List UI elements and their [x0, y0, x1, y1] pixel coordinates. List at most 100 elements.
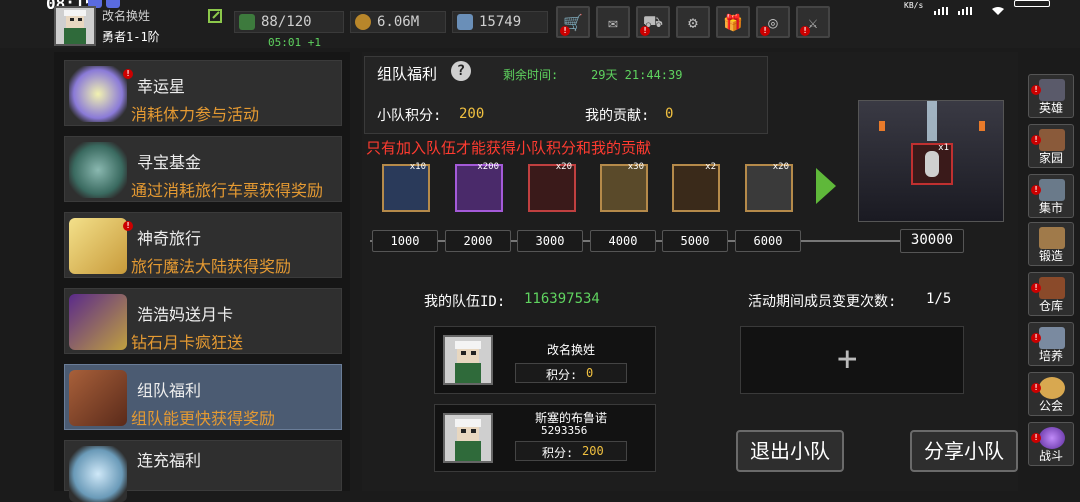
member-card[interactable]: 斯塞的布鲁诺 5293356 积分: 200 — [434, 404, 656, 472]
my-contribution-value: 0 — [665, 106, 674, 122]
nav-market[interactable]: ! 集市 — [1028, 174, 1074, 218]
monthly-card-icon — [69, 294, 127, 350]
team-id-label: 我的队伍ID: — [424, 294, 506, 310]
welfare-info-box: 组队福利 ? 剩余时间: 29天 21:44:39 小队积分: 200 我的贡献… — [364, 56, 768, 134]
nav-hero[interactable]: ! 英雄 — [1028, 74, 1074, 118]
sword-button[interactable]: ⚔! — [796, 6, 830, 38]
menu-item-desc: 组队能更快获得奖励 — [131, 409, 276, 428]
hero-portrait-icon — [455, 341, 481, 383]
edit-name-icon[interactable] — [208, 8, 222, 23]
member-points-box: 积分: 200 — [515, 441, 627, 461]
wifi-icon — [992, 0, 1004, 15]
team-points-label: 小队积分: — [377, 108, 442, 124]
menu-item-team-welfare[interactable]: 组队福利 组队能更快获得奖励 — [64, 364, 342, 430]
menu-item-lucky-star[interactable]: ! 幸运星 消耗体力参与活动 — [64, 60, 342, 126]
battle-portal-icon — [1039, 427, 1065, 449]
gem-value: 15749 — [479, 14, 522, 30]
crystal-icon — [69, 446, 127, 502]
lightning-scroll-icon: x10 — [382, 162, 430, 212]
next-arrow-icon[interactable] — [812, 166, 838, 206]
menu-item-desc: 通过消耗旅行车票获得奖励 — [131, 181, 324, 200]
network-speed: KB/s — [904, 1, 924, 10]
remaining-time-value: 29天 21:44:39 — [591, 68, 683, 82]
giftbox-button[interactable]: 🎁 — [716, 6, 750, 38]
member-points-box: 积分: 0 — [515, 363, 627, 383]
leave-team-button[interactable]: 退出小队 — [736, 430, 844, 472]
stamina-icon — [239, 14, 255, 30]
remaining-time-label: 剩余时间: — [503, 68, 559, 82]
milestone: 6000 — [735, 230, 801, 252]
gift-car-button[interactable]: ⛟! — [636, 6, 670, 38]
player-avatar[interactable] — [54, 6, 96, 46]
torch-icon — [979, 121, 985, 131]
giftbox-icon: 🎁 — [723, 12, 743, 32]
hammer-icon: x20 — [745, 162, 793, 212]
player-rank: 勇者1-1阶 — [102, 30, 160, 44]
reward-slot[interactable]: x200 — [455, 162, 503, 212]
reward-slot[interactable]: x30 — [600, 162, 648, 212]
menu-item-treasure-fund[interactable]: 寻宝基金 通过消耗旅行车票获得奖励 — [64, 136, 342, 202]
lucky-star-icon — [69, 66, 127, 122]
stamina-value: 88/120 — [261, 14, 312, 30]
mail-button[interactable]: ✉ — [596, 6, 630, 38]
milestone-final: 30000 — [900, 229, 964, 253]
menu-item-magic-travel[interactable]: ! 神奇旅行 旅行魔法大陆获得奖励 — [64, 212, 342, 278]
reward-slot[interactable]: x20 — [528, 162, 576, 212]
nav-forge[interactable]: 锻造 — [1028, 222, 1074, 266]
hero-portrait-icon — [64, 10, 86, 44]
nav-cultivate[interactable]: ! 培养 — [1028, 322, 1074, 366]
anvil-icon — [1039, 227, 1065, 249]
milestone: 2000 — [445, 230, 511, 252]
member-card[interactable]: 改名换姓 积分: 0 — [434, 326, 656, 394]
gold-value: 6.06M — [377, 14, 420, 30]
menu-item-recharge-welfare[interactable]: 连充福利 — [64, 440, 342, 502]
gem-display[interactable]: 15749 — [452, 11, 548, 33]
welfare-title: 组队福利 — [377, 65, 438, 83]
milestone: 4000 — [590, 230, 656, 252]
player-name: 改名换姓 — [102, 9, 151, 23]
stamina-display[interactable]: 88/120 — [234, 11, 344, 33]
shop-button[interactable]: 🛒! — [556, 6, 590, 38]
menu-item-desc: 旅行魔法大陆获得奖励 — [131, 257, 292, 276]
menu-item-title: 幸运星 — [137, 77, 186, 96]
reward-slot[interactable]: x20 — [745, 162, 793, 212]
menu-item-desc: 消耗体力参与活动 — [131, 105, 260, 124]
menu-item-monthly-card[interactable]: 浩浩妈送月卡 钻石月卡疯狂送 — [64, 288, 342, 354]
menu-item-title: 连充福利 — [137, 451, 202, 470]
menu-item-title: 神奇旅行 — [137, 229, 202, 248]
nav-guild[interactable]: ! 公会 — [1028, 372, 1074, 416]
top-bar: 08:15 KB/s 改名换姓 勇者1-1阶 88/120 05:01 +1 6… — [0, 0, 1080, 49]
reward-slot[interactable]: x10 — [382, 162, 430, 212]
light-beam — [927, 101, 937, 141]
scroll-icon: x2 — [672, 162, 720, 212]
gold-display[interactable]: 6.06M — [350, 11, 446, 33]
chest-icon — [1039, 277, 1065, 299]
final-reward-slot[interactable]: x1 — [911, 143, 953, 185]
menu-item-title: 寻宝基金 — [137, 153, 202, 172]
signal-icon — [934, 0, 984, 15]
nav-battle[interactable]: ! 战斗 — [1028, 422, 1074, 466]
final-reward-scene: x1 — [858, 100, 1004, 222]
member-change-label: 活动期间成员变更次数: — [748, 294, 897, 310]
settings-icon: ⚙ — [688, 12, 698, 32]
house-icon — [1039, 129, 1065, 151]
treasure-bag-icon — [69, 142, 127, 198]
torch-icon — [879, 121, 885, 131]
share-team-button[interactable]: 分享小队 — [910, 430, 1018, 472]
add-member-slot[interactable]: + — [740, 326, 964, 394]
stamina-timer: 05:01 +1 — [268, 36, 321, 49]
menu-item-desc: 钻石月卡疯狂送 — [131, 333, 244, 352]
team-id-value: 116397534 — [524, 291, 600, 307]
milestone: 1000 — [372, 230, 438, 252]
fire-essence-icon: x200 — [455, 162, 503, 212]
reward-slot[interactable]: x2 — [672, 162, 720, 212]
gem-icon — [457, 14, 473, 30]
wheel-button[interactable]: ◎! — [756, 6, 790, 38]
nav-home[interactable]: ! 家园 — [1028, 124, 1074, 168]
settings-button[interactable]: ⚙ — [676, 6, 710, 38]
member-change-value: 1/5 — [926, 291, 952, 307]
golden-egg-icon: x30 — [600, 162, 648, 212]
battery-icon — [1014, 0, 1050, 7]
nav-warehouse[interactable]: ! 仓库 — [1028, 272, 1074, 316]
help-icon[interactable]: ? — [451, 61, 471, 81]
